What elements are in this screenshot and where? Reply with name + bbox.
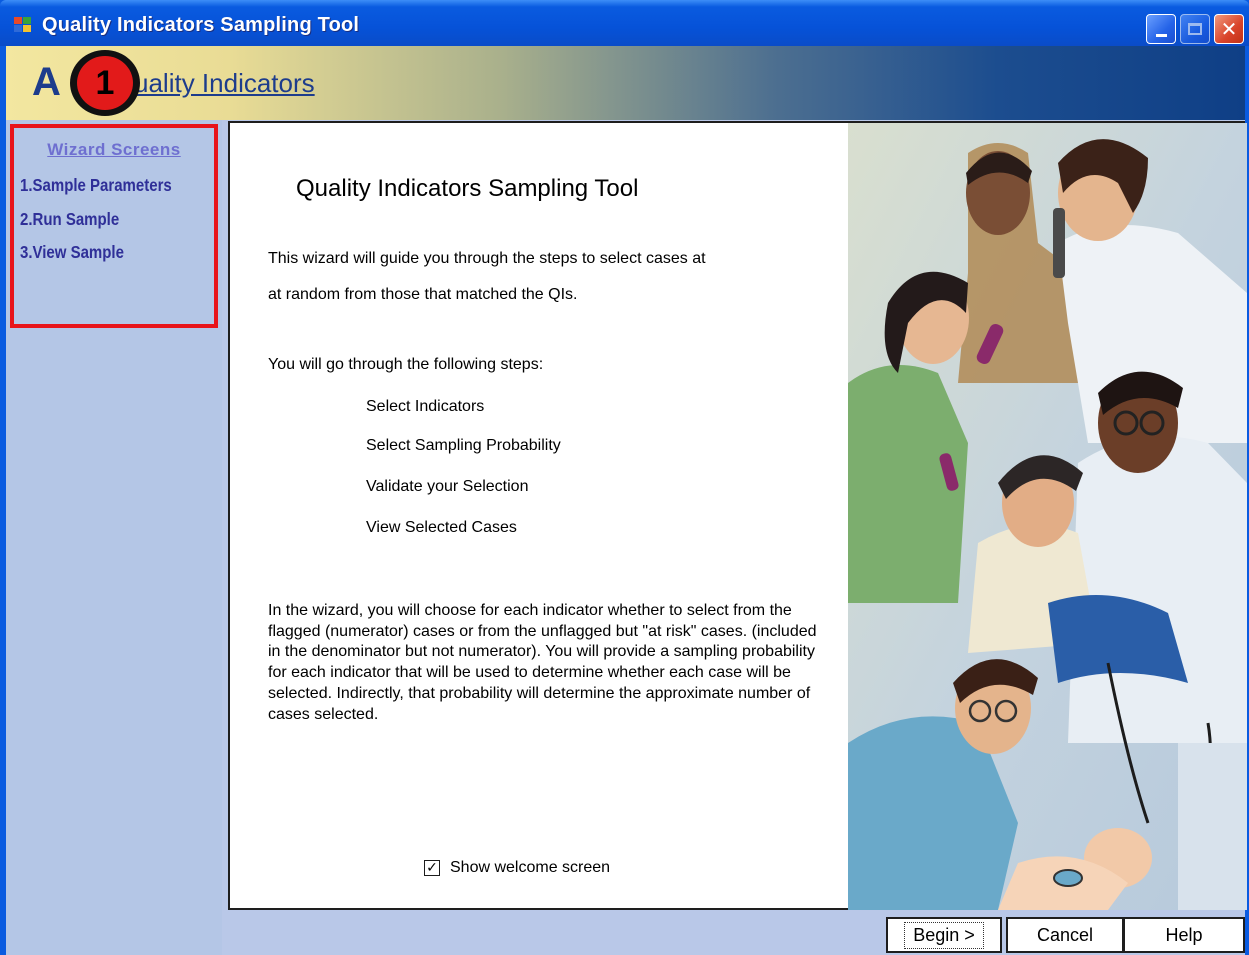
step-view-selected-cases: View Selected Cases	[366, 519, 517, 536]
step-validate-selection: Validate your Selection	[366, 478, 529, 495]
welcome-panel: Quality Indicators Sampling Tool This wi…	[228, 121, 1247, 910]
maximize-button[interactable]	[1180, 14, 1210, 44]
window-title: Quality Indicators Sampling Tool	[42, 14, 360, 36]
sidebar-item-run-sample[interactable]: 2.Run Sample	[20, 210, 119, 230]
wizard-screens-title[interactable]: Wizard Screens	[14, 140, 214, 160]
show-welcome-label[interactable]: Show welcome screen	[450, 859, 610, 877]
intro-line-2: at random from those that matched the QI…	[268, 286, 578, 303]
check-icon: ✓	[426, 860, 438, 876]
callout-marker: 1	[70, 50, 140, 116]
sidebar-item-view-sample[interactable]: 3.View Sample	[20, 243, 124, 263]
step-select-indicators: Select Indicators	[366, 398, 485, 415]
close-icon: ✕	[1220, 17, 1238, 41]
cancel-button[interactable]: Cancel	[1006, 917, 1124, 953]
steps-intro: You will go through the following steps:	[268, 356, 544, 373]
sidebar-item-sample-parameters[interactable]: 1.Sample Parameters	[20, 176, 172, 196]
medical-staff-illustration	[848, 123, 1247, 910]
app-window: Quality Indicators Sampling Tool ✕ A ual…	[0, 0, 1249, 955]
maximize-icon	[1188, 23, 1202, 35]
wizard-screens-highlight: Wizard Screens 1.Sample Parameters 2.Run…	[10, 124, 218, 328]
step-select-sampling-probability: Select Sampling Probability	[366, 437, 561, 454]
wizard-description: In the wizard, you will choose for each …	[268, 602, 817, 723]
logo-text: uality Indicators	[134, 68, 315, 98]
logo-prefix: A	[32, 60, 61, 104]
title-bar[interactable]: Quality Indicators Sampling Tool ✕	[0, 0, 1249, 46]
minimize-button[interactable]	[1146, 14, 1176, 44]
show-welcome-checkbox[interactable]: ✓	[424, 860, 440, 876]
page-title: Quality Indicators Sampling Tool	[296, 175, 639, 202]
begin-button[interactable]: Begin >	[886, 917, 1002, 953]
header-banner: A uality Indicators 1	[6, 46, 1245, 120]
wizard-sidebar: Wizard Screens 1.Sample Parameters 2.Run…	[6, 120, 222, 955]
close-button[interactable]: ✕	[1214, 14, 1244, 44]
intro-line-1: This wizard will guide you through the s…	[268, 250, 706, 267]
minimize-icon	[1155, 33, 1167, 37]
client-area: A uality Indicators 1 Wizard Screens 1.S…	[6, 46, 1247, 955]
help-button[interactable]: Help	[1123, 917, 1245, 953]
show-welcome-row[interactable]: ✓ Show welcome screen	[424, 859, 610, 877]
app-window-icon	[14, 17, 32, 33]
begin-button-label: Begin >	[904, 921, 984, 949]
callout-number: 1	[77, 56, 133, 110]
